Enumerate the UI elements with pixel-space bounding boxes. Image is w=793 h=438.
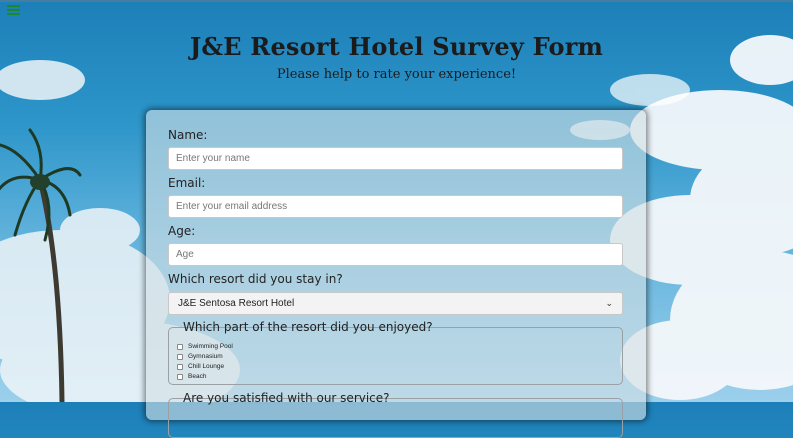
- email-input[interactable]: [168, 195, 623, 218]
- menu-line: [7, 5, 20, 7]
- facility-option-label: Beach: [188, 373, 207, 380]
- page-header: J&E Resort Hotel Survey Form Please help…: [0, 32, 793, 82]
- facility-option[interactable]: Gymnasium: [177, 353, 223, 360]
- facility-option-label: Chill Lounge: [188, 363, 225, 370]
- satisfaction-fieldset: Are you satisfied with our service?: [168, 391, 623, 438]
- survey-form: Name: Email: Age: Which resort did you s…: [146, 110, 646, 438]
- facility-option[interactable]: Swimming Pool: [177, 343, 233, 350]
- name-input[interactable]: [168, 147, 623, 170]
- facilities-fieldset: Which part of the resort did you enjoyed…: [168, 320, 623, 385]
- facility-option-label: Swimming Pool: [188, 343, 233, 350]
- checkbox[interactable]: [177, 363, 183, 370]
- facilities-legend: Which part of the resort did you enjoyed…: [183, 320, 433, 334]
- resort-select[interactable]: J&E Sentosa Resort Hotel ⌄: [168, 292, 623, 315]
- menu-line: [7, 13, 20, 15]
- checkbox[interactable]: [177, 353, 183, 360]
- resort-label: Which resort did you stay in?: [168, 272, 343, 286]
- checkbox[interactable]: [177, 373, 183, 380]
- facility-option-label: Gymnasium: [188, 353, 223, 360]
- top-edge-bar: [0, 0, 793, 2]
- checkbox[interactable]: [177, 343, 183, 350]
- age-label: Age:: [168, 224, 196, 238]
- menu-line: [7, 9, 20, 11]
- facility-option[interactable]: Beach: [177, 373, 206, 380]
- hamburger-menu-icon[interactable]: [7, 5, 20, 17]
- chevron-down-icon: ⌄: [605, 298, 613, 308]
- satisfaction-legend: Are you satisfied with our service?: [183, 391, 390, 405]
- email-label: Email:: [168, 176, 206, 190]
- facility-option[interactable]: Chill Lounge: [177, 363, 224, 370]
- age-input[interactable]: [168, 243, 623, 266]
- page-subtitle: Please help to rate your experience!: [276, 67, 517, 82]
- resort-select-value: J&E Sentosa Resort Hotel: [178, 298, 295, 309]
- page-title: J&E Resort Hotel Survey Form: [189, 32, 604, 61]
- name-label: Name:: [168, 128, 208, 142]
